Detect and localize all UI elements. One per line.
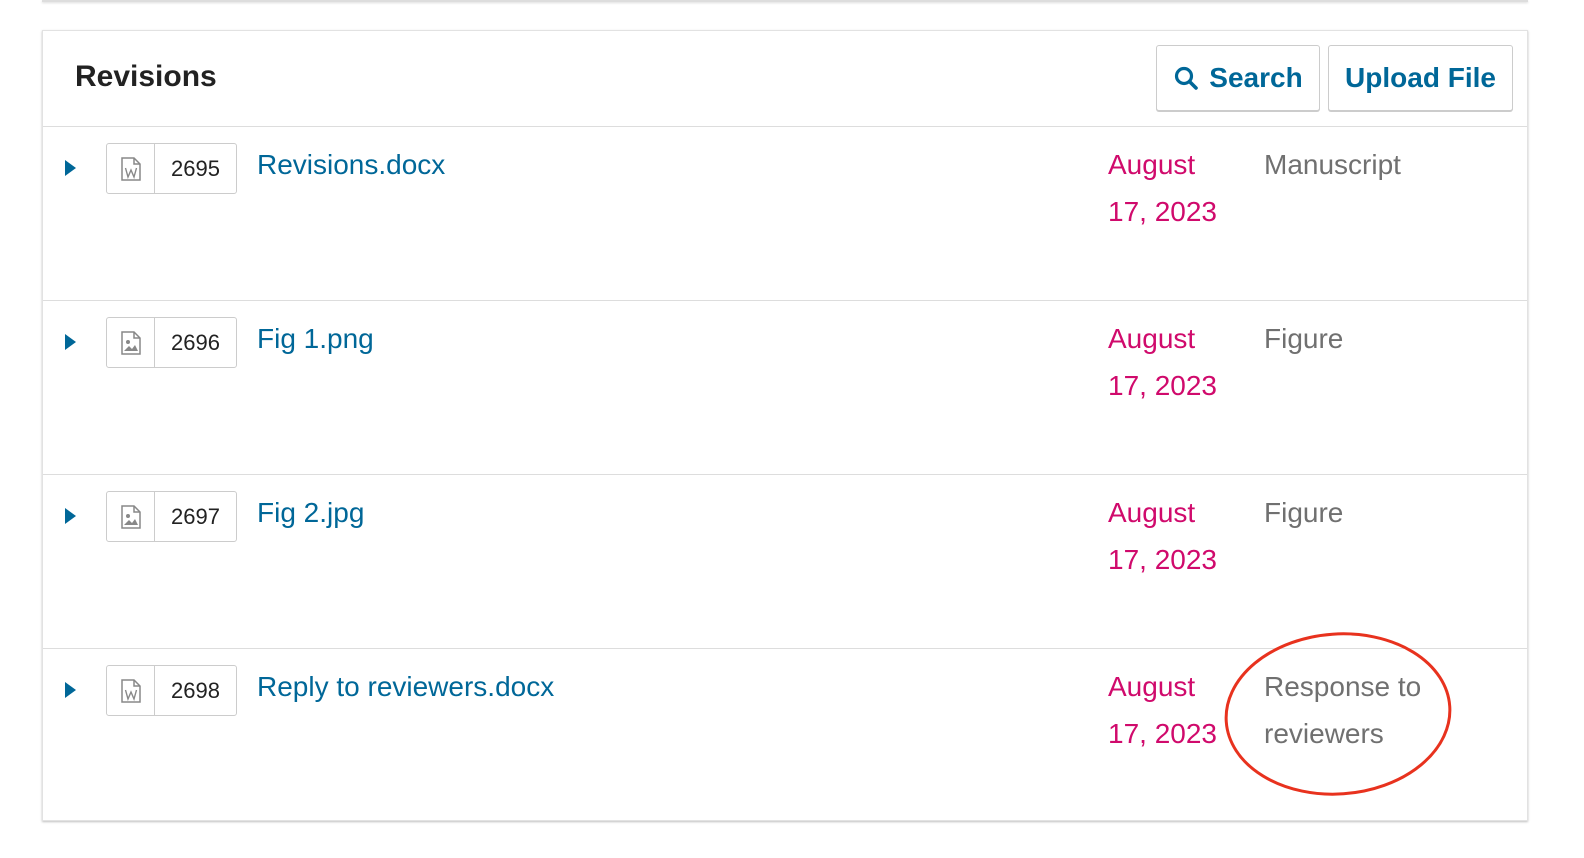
file-id: 2695 <box>171 155 220 181</box>
caret-right-icon <box>65 160 76 176</box>
file-row: 2697 Fig 2.jpg August 17, 2023 Figure <box>43 475 1527 649</box>
file-name-link[interactable]: Reply to reviewers.docx <box>257 667 554 707</box>
expand-row-toggle[interactable] <box>63 331 79 353</box>
expand-row-toggle[interactable] <box>63 505 79 527</box>
file-row: 2695 Revisions.docx August 17, 2023 Manu… <box>43 127 1527 301</box>
file-name-link[interactable]: Revisions.docx <box>257 145 445 185</box>
panel-title: Revisions <box>75 60 217 93</box>
file-row: 2696 Fig 1.png August 17, 2023 Figure <box>43 301 1527 475</box>
file-date: August 17, 2023 <box>1108 671 1217 749</box>
file-badge: 2695 <box>106 143 237 194</box>
file-badge: 2697 <box>106 491 237 542</box>
previous-panel-edge <box>42 0 1528 2</box>
file-badge: 2698 <box>106 665 237 716</box>
file-date: August 17, 2023 <box>1108 323 1217 401</box>
caret-right-icon <box>65 682 76 698</box>
file-id: 2696 <box>171 329 220 355</box>
file-type: Manuscript <box>1264 149 1401 180</box>
file-name-link[interactable]: Fig 2.jpg <box>257 493 364 533</box>
file-row: 2698 Reply to reviewers.docx August 17, … <box>43 649 1527 823</box>
search-button[interactable]: Search <box>1156 45 1320 111</box>
file-badge: 2696 <box>106 317 237 368</box>
panel-header: Revisions Search Upload File <box>43 31 1527 127</box>
word-document-icon <box>107 666 155 715</box>
expand-row-toggle[interactable] <box>63 679 79 701</box>
file-name-link[interactable]: Fig 1.png <box>257 319 374 359</box>
file-type: Figure <box>1264 323 1344 354</box>
file-id: 2697 <box>171 503 220 529</box>
upload-file-button[interactable]: Upload File <box>1328 45 1513 111</box>
caret-right-icon <box>65 334 76 350</box>
file-type: Response to reviewers <box>1264 671 1422 749</box>
file-date: August 17, 2023 <box>1108 149 1217 227</box>
word-document-icon <box>107 144 155 193</box>
revisions-panel: Revisions Search Upload File 2695 Revisi… <box>42 30 1528 821</box>
image-file-icon <box>107 492 155 541</box>
search-icon <box>1175 66 1199 90</box>
file-type: Figure <box>1264 497 1344 528</box>
image-file-icon <box>107 318 155 367</box>
upload-file-button-label: Upload File <box>1345 62 1496 93</box>
file-date: August 17, 2023 <box>1108 497 1217 575</box>
search-button-label: Search <box>1209 62 1303 93</box>
caret-right-icon <box>65 508 76 524</box>
file-id: 2698 <box>171 677 220 703</box>
expand-row-toggle[interactable] <box>63 157 79 179</box>
